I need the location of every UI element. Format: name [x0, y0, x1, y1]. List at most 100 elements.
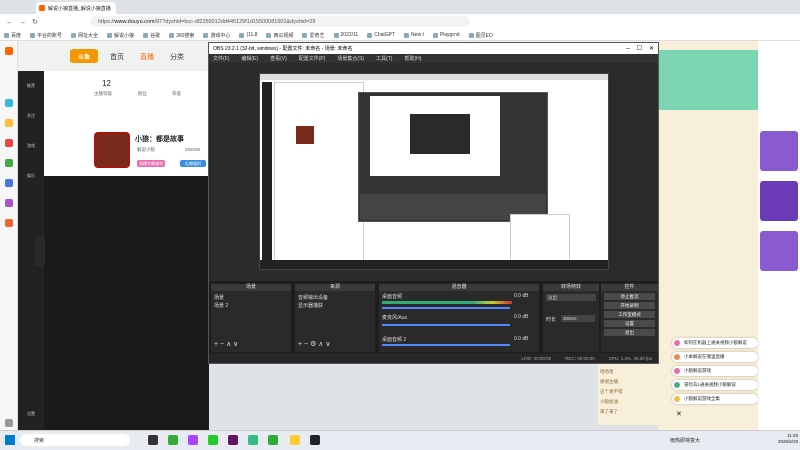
bookmark-item[interactable]: 解说小狼 [107, 32, 134, 39]
sidebar-app-icon[interactable] [5, 47, 13, 55]
address-bar[interactable]: https://www.douyu.com/97?dyshid=bcc-df23… [90, 16, 470, 27]
close-icon[interactable]: ✕ [676, 410, 682, 418]
bookmark-item[interactable]: New t [404, 32, 424, 38]
obs-titlebar[interactable]: OBS 23.2.1 (32-bit, windows) - 配置文件: 未命名… [209, 43, 658, 54]
obs-preview[interactable] [259, 73, 609, 270]
nav-home[interactable]: 首页 [110, 52, 124, 62]
bookmark-item[interactable]: 360搜索 [169, 32, 194, 39]
menu-edit[interactable]: 编辑(E) [241, 55, 258, 62]
scenes-title: 场景 [211, 284, 291, 291]
transition-select[interactable]: 淡出 [546, 294, 596, 301]
sidebar-app-icon[interactable] [5, 99, 13, 107]
duration-input[interactable]: 300ms [561, 315, 595, 322]
taskbar-app-icon[interactable] [228, 435, 238, 445]
taskbar-app-icon[interactable] [290, 435, 300, 445]
streamer-avatar[interactable] [94, 132, 130, 168]
sidebar-app-icon[interactable] [5, 139, 13, 147]
suggestion-item[interactable]: 小狼解说游戏 [672, 366, 758, 376]
side-nav-item[interactable]: 娱乐 [20, 173, 42, 179]
follow-button[interactable]: 直播专属福利 [137, 160, 165, 167]
studio-mode-button[interactable]: 工作室模式 [604, 311, 655, 318]
taskbar-app-icon[interactable] [148, 435, 158, 445]
mixer-channel-db: 0.0 dB [514, 293, 529, 299]
sidebar-app-icon[interactable] [5, 179, 13, 187]
volume-slider[interactable] [382, 307, 510, 309]
forward-icon[interactable]: → [19, 19, 26, 26]
gift-button[interactable]: 礼物福利 [180, 160, 206, 167]
suggestion-item[interactable]: 如何在机器上通关视频小狼解说 [672, 338, 758, 348]
volume-slider[interactable] [382, 344, 510, 346]
scene-item[interactable]: 场景 2 [214, 302, 228, 309]
gear-icon[interactable] [5, 419, 13, 427]
mixer-dock: 混音器 桌面音频 0.0 dB 麦克风/Aux 0.0 dB 桌面音频 2 0.… [379, 284, 539, 352]
menu-help[interactable]: 帮助(H) [404, 55, 421, 62]
start-recording-button[interactable]: 开始录制 [604, 302, 655, 309]
bookmark-item[interactable]: 谷歌 [143, 32, 160, 39]
sidebar-app-icon[interactable] [5, 219, 13, 227]
add-icon[interactable]: + − ∧ ∨ [214, 340, 238, 348]
ad-banner[interactable] [760, 131, 798, 171]
sources-title: 来源 [295, 284, 375, 291]
maximize-icon[interactable]: ☐ [637, 45, 642, 52]
browser-tab[interactable]: 解说小狼直播_解说小狼直播 [36, 2, 116, 14]
windows-start-icon[interactable] [5, 435, 15, 445]
source-item[interactable]: 音频输出设备 [298, 294, 328, 301]
ad-banner[interactable] [760, 231, 798, 271]
obs-taskbar-icon[interactable] [310, 435, 320, 445]
bookmark-item[interactable]: 图灵EO [468, 32, 493, 39]
taskbar-search[interactable]: 搜索 [20, 434, 130, 446]
collapse-handle[interactable] [35, 236, 45, 266]
promo-banner[interactable] [658, 50, 758, 110]
menu-tools[interactable]: 工具(T) [376, 55, 392, 62]
taskbar-app-icon[interactable] [208, 435, 218, 445]
sidebar-app-icon[interactable] [5, 119, 13, 127]
reload-icon[interactable]: ↻ [32, 18, 38, 26]
bookmark-item[interactable]: Playgrnd [432, 32, 460, 38]
minimize-icon[interactable]: ─ [626, 46, 630, 52]
menu-file[interactable]: 文件(F) [213, 55, 229, 62]
taskbar-app-icon[interactable] [248, 435, 258, 445]
side-nav-item[interactable]: 推荐 [20, 83, 42, 89]
clock[interactable]: 11:29 2025/6/29 [758, 433, 798, 445]
bookmark-item[interactable]: 游戏中心 [203, 32, 230, 39]
ad-banner[interactable] [760, 181, 798, 221]
menu-view[interactable]: 查看(V) [270, 55, 287, 62]
video-player[interactable] [44, 176, 209, 430]
taskbar-app-icon[interactable] [168, 435, 178, 445]
menu-profile[interactable]: 配置文件(P) [299, 55, 326, 62]
sidebar-app-icon[interactable] [5, 199, 13, 207]
sidebar-app-icon[interactable] [5, 159, 13, 167]
bookmark-item[interactable]: 爱奇艺 [302, 32, 325, 39]
back-icon[interactable]: ← [6, 19, 13, 26]
chat-message: 小狼加油 [600, 399, 618, 404]
bookmark-item[interactable]: 2022/11 [333, 32, 358, 38]
bookmark-item[interactable]: 平台的账号 [30, 32, 62, 39]
suggestion-item[interactable]: 小本解说在哪里直播 [672, 352, 758, 362]
bookmark-item[interactable]: ChatGPT [367, 32, 395, 38]
settings-button[interactable]: 设置 [604, 320, 655, 327]
douyu-favicon-icon [39, 5, 45, 11]
exit-button[interactable]: 退出 [604, 329, 655, 336]
suggestion-item[interactable]: 冒险岛1通关视频小狼解说 [672, 380, 758, 390]
bookmark-item[interactable]: 百度 [4, 32, 21, 39]
source-item[interactable]: 显示器捕获 [298, 302, 323, 309]
side-nav-item[interactable]: 关注 [20, 113, 42, 119]
scene-item[interactable]: 场景 [214, 294, 224, 301]
menu-scene-collection[interactable]: 场景集合(S) [337, 55, 364, 62]
add-icon[interactable]: + − ⚙ ∧ ∨ [298, 340, 330, 348]
taskbar-app-icon[interactable] [268, 435, 278, 445]
side-nav-item[interactable]: 设置 [20, 411, 42, 417]
stop-streaming-button[interactable]: 停止推流 [604, 293, 655, 300]
volume-slider[interactable] [382, 324, 510, 326]
taskbar-app-icon[interactable] [188, 435, 198, 445]
url-path: /97?dyshid=bcc-df2350012dd445129f1d15500… [154, 18, 316, 25]
close-icon[interactable]: ✕ [649, 45, 654, 52]
side-nav-item[interactable]: 游戏 [20, 143, 42, 149]
bookmark-item[interactable]: (11.8 [239, 32, 257, 38]
site-logo[interactable]: 斗鱼 [70, 49, 98, 63]
nav-category[interactable]: 分类 [170, 52, 184, 62]
bookmark-item[interactable]: 西瓜视频 [266, 32, 293, 39]
suggestion-item[interactable]: 小狼解说游戏全集 [672, 394, 758, 404]
bookmark-item[interactable]: 网址大全 [71, 32, 98, 39]
nav-live[interactable]: 直播 [140, 52, 154, 62]
